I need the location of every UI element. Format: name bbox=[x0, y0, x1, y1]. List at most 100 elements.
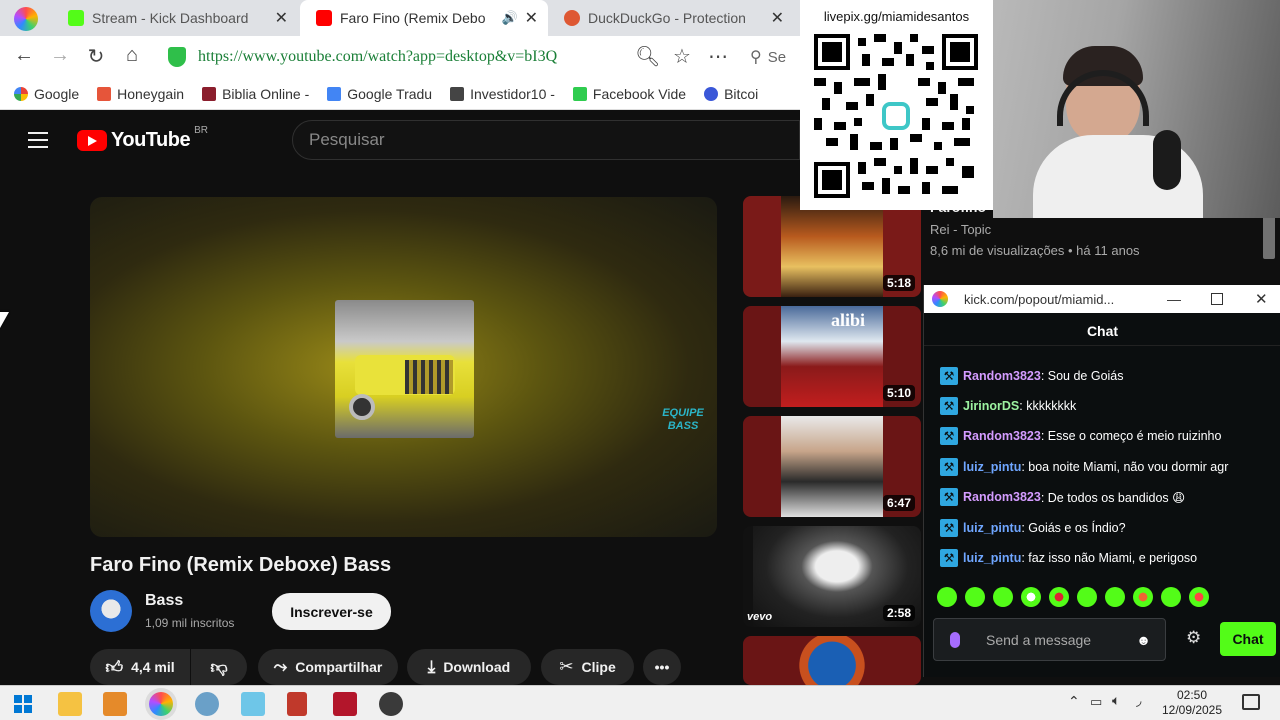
youtube-search-input[interactable]: Pesquisar bbox=[292, 120, 800, 160]
close-icon[interactable]: ✕ bbox=[275, 8, 288, 28]
forward-icon[interactable]: → bbox=[48, 44, 72, 67]
volume-icon[interactable]: 🔈︎ bbox=[1112, 692, 1120, 709]
bookmark-google-tradutor[interactable]: Google Tradu bbox=[327, 86, 432, 102]
send-chat-button[interactable]: Chat bbox=[1220, 622, 1276, 656]
chat-text: : Goiás e os Índio? bbox=[1021, 521, 1126, 535]
clip-button[interactable]: ✂ Clipe bbox=[541, 649, 634, 685]
investidor-icon bbox=[450, 86, 465, 101]
browser-taskbar-icon[interactable] bbox=[149, 692, 173, 716]
scrollbar[interactable] bbox=[1263, 215, 1275, 259]
chat-username[interactable]: luiz_pintu bbox=[963, 460, 1021, 474]
subscribe-button[interactable]: Inscrever-se bbox=[272, 593, 391, 630]
browser-logo-icon[interactable] bbox=[14, 7, 38, 31]
star-icon[interactable]: ☆ bbox=[670, 44, 694, 69]
minimize-icon[interactable]: — bbox=[1167, 291, 1181, 307]
related-video-1[interactable]: 5:18 bbox=[743, 196, 921, 297]
clock[interactable]: 02:50 12/09/2025 bbox=[1154, 688, 1230, 718]
emote-icon[interactable] bbox=[1049, 587, 1069, 607]
tab-kick-dashboard[interactable]: Stream - Kick Dashboard ✕ bbox=[52, 0, 298, 36]
shield-icon[interactable] bbox=[168, 47, 186, 67]
download-button[interactable]: ⤓ Download bbox=[407, 649, 531, 685]
bookmark-honeygain[interactable]: Honeygain bbox=[97, 86, 184, 102]
network-icon[interactable]: ▭ bbox=[1090, 694, 1102, 710]
bookmark-facebook-video[interactable]: Facebook Vide bbox=[572, 86, 686, 102]
video-title: Faro Fino (Remix Deboxe) Bass bbox=[90, 554, 392, 576]
hamburger-menu-icon[interactable] bbox=[28, 132, 48, 148]
wifi-icon[interactable]: ◞ bbox=[1136, 692, 1141, 709]
bookmark-google[interactable]: Google bbox=[14, 86, 79, 102]
download-icon: ⤓ bbox=[427, 657, 436, 676]
emote-icon[interactable] bbox=[965, 587, 985, 607]
related-video-2[interactable]: alibi 5:10 bbox=[743, 306, 921, 407]
bookmark-label: Biblia Online - bbox=[222, 85, 310, 102]
dislike-button[interactable]: 👎︎ bbox=[191, 649, 247, 685]
chat-username[interactable]: Random3823 bbox=[963, 429, 1041, 443]
bookmark-bitcoin[interactable]: Bitcoi bbox=[704, 86, 758, 102]
browser-search-box[interactable]: ⚲ Se bbox=[750, 42, 800, 72]
youtube-page: YouTube BR Pesquisar EQUIPE BASS Faro Fi… bbox=[0, 110, 921, 685]
emoji-icon[interactable]: ☻ bbox=[1136, 632, 1151, 648]
chat-message: ⚒ JirinorDS: kkkkkkkk bbox=[940, 397, 1076, 415]
chat-username[interactable]: luiz_pintu bbox=[963, 521, 1021, 535]
more-actions-button[interactable]: ••• bbox=[643, 649, 681, 685]
related-video-3[interactable]: 6:47 bbox=[743, 416, 921, 517]
microphone-icon[interactable] bbox=[950, 631, 960, 648]
kick-window-titlebar: kick.com/popout/miamid... — ✕ bbox=[924, 285, 1280, 313]
speaker-icon[interactable]: 🔊 bbox=[502, 10, 518, 26]
qr-code-icon bbox=[814, 34, 978, 198]
flash-icon[interactable] bbox=[333, 692, 357, 716]
notepad-icon[interactable] bbox=[241, 692, 265, 716]
related-video-4[interactable]: vevo 2:58 bbox=[743, 526, 921, 627]
like-button[interactable]: 👍︎ 4,4 mil bbox=[90, 649, 190, 685]
emote-icon[interactable] bbox=[1133, 587, 1153, 607]
bookmark-investidor10[interactable]: Investidor10 - bbox=[450, 86, 555, 102]
home-icon[interactable]: ⌂ bbox=[120, 44, 144, 67]
bookmark-biblia[interactable]: Biblia Online - bbox=[202, 86, 309, 102]
emote-icon[interactable] bbox=[1021, 587, 1041, 607]
emote-icon[interactable] bbox=[993, 587, 1013, 607]
tray-chevron-icon[interactable]: ⌃ bbox=[1068, 693, 1080, 710]
windows-start-icon[interactable] bbox=[14, 695, 32, 713]
file-explorer-icon[interactable] bbox=[58, 692, 82, 716]
chat-username[interactable]: Random3823 bbox=[963, 369, 1041, 383]
zoom-icon[interactable]: 🔍︎ bbox=[635, 44, 660, 69]
more-icon: ••• bbox=[654, 659, 670, 675]
media-player-icon[interactable] bbox=[103, 692, 127, 716]
app-icon[interactable] bbox=[195, 692, 219, 716]
chat-username[interactable]: JirinorDS bbox=[963, 399, 1019, 413]
calculator-icon[interactable] bbox=[287, 692, 307, 716]
translate-icon bbox=[327, 86, 342, 101]
emote-icon[interactable] bbox=[1161, 587, 1181, 607]
reload-icon[interactable]: ↻ bbox=[84, 44, 108, 69]
bookmark-label: Investidor10 - bbox=[470, 85, 555, 102]
channel-avatar[interactable] bbox=[90, 590, 132, 632]
tab-youtube[interactable]: Faro Fino (Remix Debo 🔊 ✕ bbox=[300, 0, 548, 36]
emote-icon[interactable] bbox=[1189, 587, 1209, 607]
video-player[interactable]: EQUIPE BASS bbox=[90, 197, 717, 537]
close-icon[interactable]: ✕ bbox=[771, 8, 784, 28]
notification-icon[interactable] bbox=[1242, 694, 1260, 710]
close-icon[interactable]: ✕ bbox=[525, 8, 538, 28]
chat-text: : boa noite Miami, não vou dormir agr bbox=[1021, 460, 1229, 474]
chat-message-input[interactable]: Send a message ☻ bbox=[933, 618, 1166, 661]
share-button[interactable]: ⤳ Compartilhar bbox=[258, 649, 398, 685]
chat-username[interactable]: luiz_pintu bbox=[963, 551, 1021, 565]
settings-gear-icon[interactable]: ⚙ bbox=[1186, 628, 1201, 648]
maximize-icon[interactable] bbox=[1211, 293, 1223, 305]
chat-username[interactable]: Random3823 bbox=[963, 490, 1041, 504]
related-video-5[interactable] bbox=[743, 636, 921, 685]
youtube-logo[interactable]: YouTube BR bbox=[77, 125, 208, 152]
video-duration: 5:18 bbox=[882, 275, 915, 291]
emote-icon[interactable] bbox=[1105, 587, 1125, 607]
emote-icon[interactable] bbox=[937, 587, 957, 607]
emote-icon[interactable] bbox=[1077, 587, 1097, 607]
address-bar[interactable]: https://www.youtube.com/watch?app=deskto… bbox=[198, 42, 628, 72]
back-icon[interactable]: ← bbox=[12, 44, 36, 67]
tab-duckduckgo[interactable]: DuckDuckGo - Protection ✕ bbox=[548, 0, 794, 36]
channel-name[interactable]: Bass bbox=[145, 592, 183, 610]
obs-icon[interactable] bbox=[379, 692, 403, 716]
share-label: Compartilhar bbox=[295, 659, 383, 675]
more-icon[interactable]: ⋯ bbox=[706, 44, 730, 69]
download-label: Download bbox=[443, 659, 511, 675]
close-icon[interactable]: ✕ bbox=[1255, 290, 1268, 308]
